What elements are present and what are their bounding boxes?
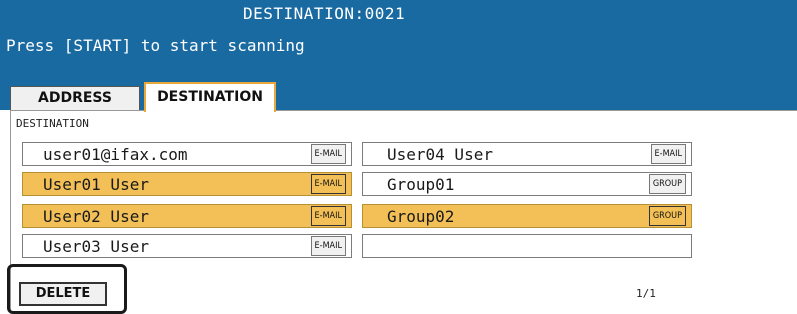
tab-destination[interactable]: DESTINATION bbox=[144, 82, 276, 112]
page-indicator: 1/1 bbox=[636, 287, 656, 300]
destination-name: user01@ifax.com bbox=[43, 145, 188, 164]
destination-name: User01 User bbox=[43, 175, 149, 194]
destination-name: User02 User bbox=[43, 207, 149, 226]
delete-button[interactable]: DELETE bbox=[19, 282, 107, 306]
email-type-badge[interactable]: E-MAIL bbox=[310, 144, 346, 164]
destination-name: User04 User bbox=[387, 145, 493, 164]
destination-name: Group02 bbox=[387, 207, 455, 226]
empty-destination-row[interactable] bbox=[362, 234, 692, 258]
status-message: Press [START] to start scanning bbox=[6, 36, 305, 55]
email-type-badge[interactable]: E-MAIL bbox=[310, 206, 346, 226]
destination-row[interactable]: User03 User E-MAIL bbox=[22, 234, 352, 258]
destination-count-title: DESTINATION:0021 bbox=[243, 4, 406, 23]
destination-row[interactable]: user01@ifax.com E-MAIL bbox=[22, 142, 352, 166]
destination-row[interactable]: User04 User E-MAIL bbox=[362, 142, 692, 166]
email-type-badge[interactable]: E-MAIL bbox=[310, 174, 346, 194]
destination-row[interactable]: User02 User E-MAIL bbox=[22, 204, 352, 228]
email-type-badge[interactable]: E-MAIL bbox=[650, 144, 686, 164]
group-type-badge[interactable]: GROUP bbox=[648, 206, 686, 226]
destination-name: Group01 bbox=[387, 175, 455, 194]
tab-address[interactable]: ADDRESS bbox=[10, 86, 140, 110]
section-label: DESTINATION bbox=[16, 117, 89, 130]
email-type-badge[interactable]: E-MAIL bbox=[310, 236, 346, 256]
group-type-badge[interactable]: GROUP bbox=[648, 174, 686, 194]
destination-row[interactable]: Group02 GROUP bbox=[362, 204, 692, 228]
destination-row[interactable]: Group01 GROUP bbox=[362, 172, 692, 196]
destination-row[interactable]: User01 User E-MAIL bbox=[22, 172, 352, 196]
destination-name: User03 User bbox=[43, 237, 149, 256]
